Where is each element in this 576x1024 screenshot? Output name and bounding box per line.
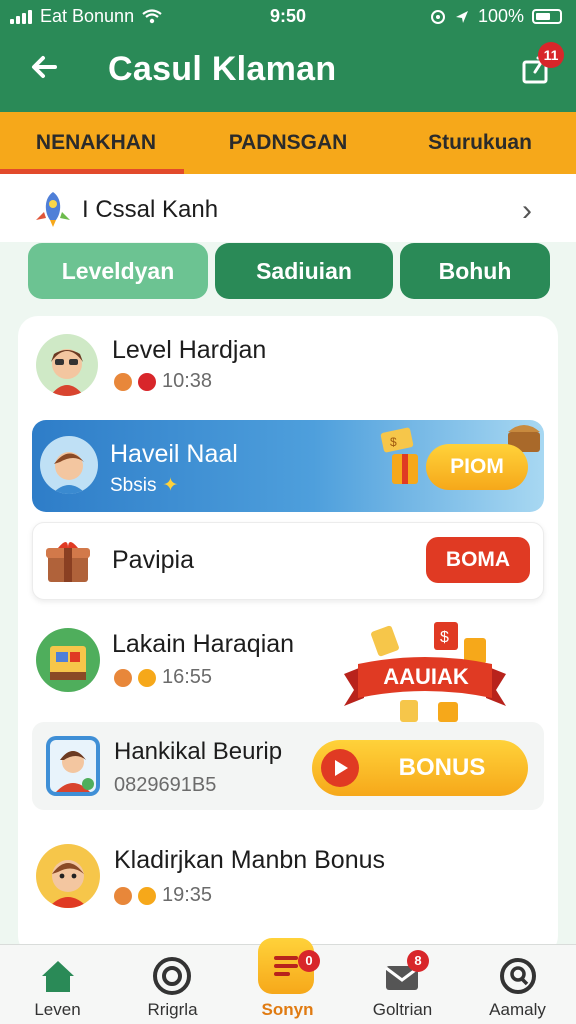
gift-icon xyxy=(138,668,156,687)
banner-subtitle: Sbsis ✦ xyxy=(110,474,178,497)
notification-badge: 11 xyxy=(538,42,564,68)
tab-bar: NENAKHAN PADNSGAN Sturukuan xyxy=(0,112,576,174)
nav-goltrian[interactable]: 8 Goltrian xyxy=(345,944,460,1024)
nav-label: Rrigrla xyxy=(147,1000,198,1019)
list-item-meta: 10:38 xyxy=(114,370,212,393)
nav-label: Aamaly xyxy=(489,1000,546,1019)
coin-icon xyxy=(114,886,132,905)
treasure-box-icon xyxy=(46,542,90,582)
banner-subtitle-text: Sbsis xyxy=(110,474,157,496)
list-item-code: 0829691B5 xyxy=(114,774,217,796)
nav-aamaly[interactable]: Aamaly xyxy=(460,944,575,1024)
sparkle-icon: ✦ xyxy=(162,475,179,496)
nav-leven[interactable]: Leven xyxy=(0,944,115,1024)
svg-text:$: $ xyxy=(390,435,397,449)
list-item-meta: 0829691B5 xyxy=(114,774,216,797)
coin-icon xyxy=(114,668,132,687)
nav-label: Goltrian xyxy=(372,1000,433,1019)
target-icon xyxy=(153,957,191,995)
coin-icon xyxy=(114,372,132,391)
piom-button[interactable]: PIOM xyxy=(426,444,528,490)
gift-icon xyxy=(138,886,156,905)
avatar xyxy=(46,736,100,796)
filter-bohuh[interactable]: Bohuh xyxy=(400,243,550,299)
list-item-time: 16:55 xyxy=(162,666,213,688)
ribbon-label: AAUIAK xyxy=(383,664,469,689)
boma-button[interactable]: BOMA xyxy=(426,537,530,583)
tab-sturukuan[interactable]: Sturukuan xyxy=(384,112,576,174)
nav-badge: 0 xyxy=(298,950,320,972)
arrow-left-icon xyxy=(32,56,57,78)
avatar xyxy=(40,436,98,494)
nav-label: Sonyn xyxy=(261,1000,314,1019)
list-item-title[interactable]: Kladirjkan Manbn Bonus xyxy=(114,846,385,875)
tab-padnsgan[interactable]: PADNSGAN xyxy=(192,112,384,174)
banner-title: Haveil Naal xyxy=(110,440,238,468)
location-icon xyxy=(455,10,468,23)
list-item-time: 19:35 xyxy=(162,884,213,906)
alarm-icon xyxy=(430,9,445,24)
list-item-title[interactable]: Lakain Haraqian xyxy=(112,630,294,659)
play-icon xyxy=(321,749,359,787)
home-icon xyxy=(42,961,74,992)
list-item-meta: 16:55 xyxy=(114,666,212,689)
nav-rrigrla[interactable]: Rrigrla xyxy=(115,944,230,1024)
battery-percent: 100% xyxy=(477,6,524,26)
list-item-meta: 19:35 xyxy=(114,884,212,907)
battery-icon xyxy=(532,9,562,24)
chevron-right-icon[interactable]: › xyxy=(522,194,532,228)
back-button[interactable] xyxy=(22,50,66,90)
svg-text:$: $ xyxy=(440,629,449,646)
filter-sadiuian[interactable]: Sadiuian xyxy=(215,243,393,299)
list-item-title[interactable]: Level Hardjan xyxy=(112,336,266,365)
gift-icon xyxy=(138,372,156,391)
avatar xyxy=(36,628,100,692)
search-icon xyxy=(500,958,536,994)
nav-badge: 8 xyxy=(407,950,429,972)
list-item-title: Hankikal Beurip xyxy=(114,738,283,765)
filter-leveldyan[interactable]: Leveldyan xyxy=(28,243,208,299)
bonus-button-label: BONUS xyxy=(398,754,486,781)
avatar xyxy=(36,844,100,908)
tab-nenakhan[interactable]: NENAKHAN xyxy=(0,112,192,174)
status-bar: Eat Bonunn 9:50 100% xyxy=(0,0,576,34)
list-item-time: 10:38 xyxy=(162,370,213,392)
section-title: I Cssal Kanh xyxy=(82,196,219,223)
bonus-button[interactable]: BONUS xyxy=(312,740,528,796)
nav-sonyn[interactable]: 0 Sonyn xyxy=(230,938,345,1024)
rocket-icon xyxy=(36,192,70,227)
avatar xyxy=(36,334,98,396)
page-title: Casul Klaman xyxy=(108,50,337,88)
list-item-title: Pavipia xyxy=(112,546,194,574)
list-icon xyxy=(274,956,298,976)
nav-label: Leven xyxy=(34,1000,81,1019)
